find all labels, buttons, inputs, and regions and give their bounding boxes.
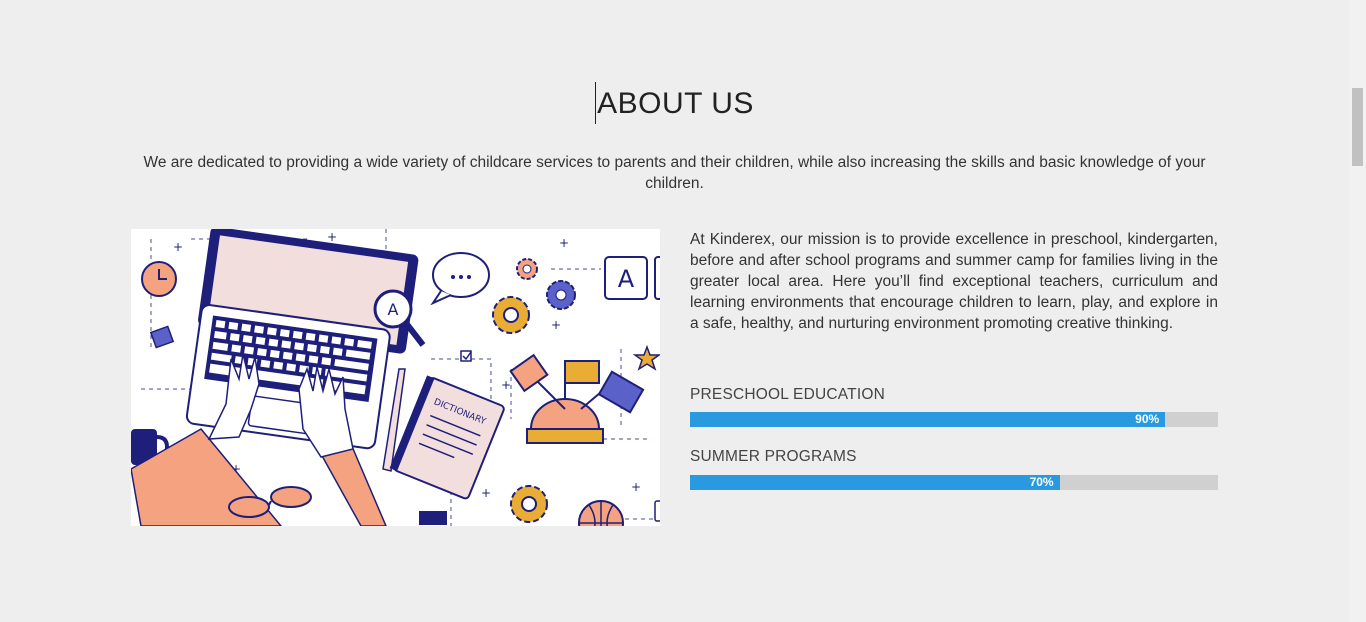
gear-icon bbox=[510, 485, 548, 523]
scrollbar-thumb[interactable] bbox=[1352, 88, 1363, 166]
gear-icon bbox=[546, 280, 576, 310]
about-section: ABOUT US We are dedicated to providing a… bbox=[0, 0, 1349, 622]
progress-fill: 70% bbox=[690, 475, 1060, 490]
svg-text:+: + bbox=[559, 236, 569, 250]
speech-bubble-icon bbox=[430, 252, 490, 306]
vertical-scrollbar[interactable] bbox=[1349, 0, 1366, 622]
laptop-learning-illustration: +++ +++ +++ ++ bbox=[131, 229, 660, 526]
intro-text: We are dedicated to providing a wide var… bbox=[143, 154, 1206, 192]
text-cursor bbox=[595, 82, 597, 124]
globe-icon bbox=[578, 500, 624, 526]
skill-label-summer: SUMMER PROGRAMS bbox=[690, 448, 857, 465]
progress-bar-summer: 70% bbox=[690, 475, 1218, 490]
gear-icon bbox=[492, 296, 530, 334]
svg-text:+: + bbox=[631, 480, 641, 494]
page-title: ABOUT US bbox=[0, 82, 1349, 126]
progress-percent: 90% bbox=[1135, 412, 1160, 426]
letter-card-icon: A bbox=[604, 256, 660, 300]
gear-icon bbox=[516, 258, 538, 280]
dictionary-icon: DICTIONARY bbox=[389, 375, 505, 500]
svg-text:+: + bbox=[481, 486, 491, 500]
svg-text:+: + bbox=[173, 240, 183, 254]
svg-text:+: + bbox=[501, 378, 511, 392]
mission-text: At Kinderex, our mission is to provide e… bbox=[690, 231, 1218, 332]
title-text: ABOUT US bbox=[597, 86, 754, 120]
svg-text:A: A bbox=[618, 265, 635, 293]
progress-percent: 70% bbox=[1029, 475, 1054, 489]
svg-text:A: A bbox=[388, 300, 399, 319]
svg-text:+: + bbox=[327, 230, 337, 244]
skill-label-preschool: PRESCHOOL EDUCATION bbox=[690, 386, 885, 403]
progress-fill: 90% bbox=[690, 412, 1166, 427]
svg-text:+: + bbox=[551, 318, 561, 332]
progress-bar-preschool: 90% bbox=[690, 412, 1218, 427]
clock-icon bbox=[141, 261, 177, 297]
